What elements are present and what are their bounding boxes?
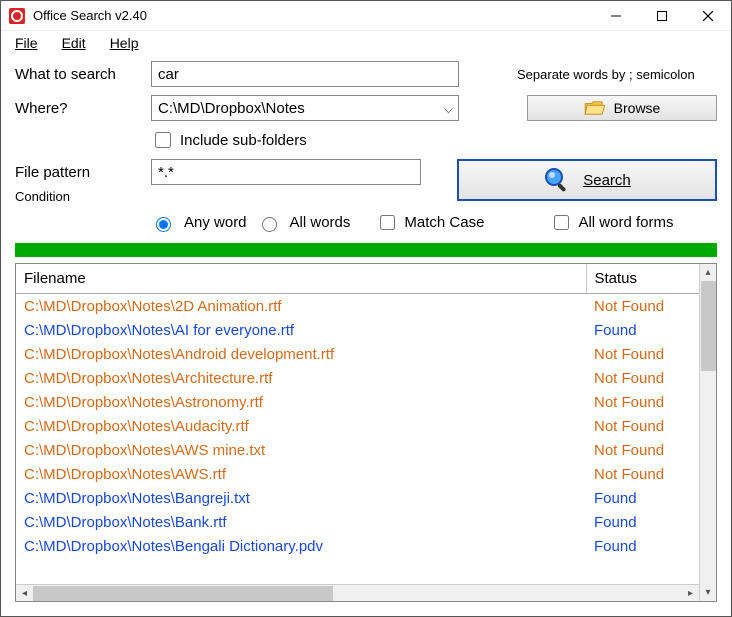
all-words-label: All words xyxy=(290,214,351,231)
what-label: What to search xyxy=(15,66,143,83)
cell-filename: C:\MD\Dropbox\Notes\AI for everyone.rtf xyxy=(16,318,586,342)
all-word-forms-label: All word forms xyxy=(578,214,673,231)
menu-file[interactable]: File xyxy=(15,35,38,51)
cell-filename: C:\MD\Dropbox\Notes\AWS mine.txt xyxy=(16,438,586,462)
vertical-scrollbar[interactable]: ▴ ▾ xyxy=(699,264,716,601)
match-case-label: Match Case xyxy=(404,214,484,231)
cell-filename: C:\MD\Dropbox\Notes\Android development.… xyxy=(16,342,586,366)
table-row[interactable]: C:\MD\Dropbox\Notes\Bangreji.txtFound xyxy=(16,486,699,510)
cell-filename: C:\MD\Dropbox\Notes\Bangreji.txt xyxy=(16,486,586,510)
app-icon xyxy=(9,8,25,24)
cell-status: Not Found xyxy=(586,342,699,366)
progress-bar xyxy=(15,243,717,257)
maximize-button[interactable] xyxy=(639,1,685,31)
table-row[interactable]: C:\MD\Dropbox\Notes\AWS.rtfNot Found xyxy=(16,462,699,486)
horizontal-scrollbar[interactable]: ◂ ▸ xyxy=(16,584,699,601)
browse-label: Browse xyxy=(614,100,661,116)
cell-status: Not Found xyxy=(586,438,699,462)
cell-filename: C:\MD\Dropbox\Notes\Bengali Dictionary.p… xyxy=(16,534,586,558)
all-words-radio[interactable] xyxy=(262,217,277,232)
file-pattern-input[interactable] xyxy=(151,159,421,185)
scroll-right-arrow[interactable]: ▸ xyxy=(682,585,699,601)
folder-icon xyxy=(584,100,606,116)
any-word-label: Any word xyxy=(184,214,247,231)
hscroll-thumb[interactable] xyxy=(33,586,333,601)
separate-hint: Separate words by ; semicolon xyxy=(517,67,717,82)
header-status[interactable]: Status xyxy=(586,264,699,294)
table-row[interactable]: C:\MD\Dropbox\Notes\Astronomy.rtfNot Fou… xyxy=(16,390,699,414)
cell-filename: C:\MD\Dropbox\Notes\2D Animation.rtf xyxy=(16,294,586,319)
window-title: Office Search v2.40 xyxy=(33,8,593,23)
all-word-forms-checkbox[interactable] xyxy=(554,215,569,230)
cell-status: Found xyxy=(586,318,699,342)
title-bar: Office Search v2.40 xyxy=(1,1,731,31)
cell-status: Not Found xyxy=(586,294,699,319)
table-row[interactable]: C:\MD\Dropbox\Notes\Bank.rtfFound xyxy=(16,510,699,534)
close-button[interactable] xyxy=(685,1,731,31)
include-subfolders-label: Include sub-folders xyxy=(180,132,307,149)
table-row[interactable]: C:\MD\Dropbox\Notes\Android development.… xyxy=(16,342,699,366)
minimize-button[interactable] xyxy=(593,1,639,31)
menu-edit[interactable]: Edit xyxy=(62,35,86,51)
condition-label: Condition xyxy=(15,189,421,204)
menu-bar: File Edit Help xyxy=(1,31,731,59)
vscroll-thumb[interactable] xyxy=(701,281,716,371)
cell-status: Found xyxy=(586,534,699,558)
where-select[interactable] xyxy=(151,95,459,121)
menu-help[interactable]: Help xyxy=(110,35,139,51)
any-word-radio[interactable] xyxy=(156,217,171,232)
cell-status: Found xyxy=(586,510,699,534)
cell-filename: C:\MD\Dropbox\Notes\Architecture.rtf xyxy=(16,366,586,390)
browse-button[interactable]: Browse xyxy=(527,95,717,121)
cell-filename: C:\MD\Dropbox\Notes\Audacity.rtf xyxy=(16,414,586,438)
cell-filename: C:\MD\Dropbox\Notes\AWS.rtf xyxy=(16,462,586,486)
include-subfolders-checkbox[interactable] xyxy=(155,132,171,148)
scroll-left-arrow[interactable]: ◂ xyxy=(16,585,33,601)
results-panel: Filename Status C:\MD\Dropbox\Notes\2D A… xyxy=(15,263,717,602)
table-row[interactable]: C:\MD\Dropbox\Notes\AI for everyone.rtfF… xyxy=(16,318,699,342)
scroll-down-arrow[interactable]: ▾ xyxy=(700,584,716,601)
cell-status: Not Found xyxy=(586,414,699,438)
scroll-up-arrow[interactable]: ▴ xyxy=(700,264,716,281)
search-label: Search xyxy=(583,172,631,189)
cell-status: Found xyxy=(586,486,699,510)
search-icon xyxy=(543,166,571,194)
table-row[interactable]: C:\MD\Dropbox\Notes\Architecture.rtfNot … xyxy=(16,366,699,390)
search-button[interactable]: Search xyxy=(457,159,717,201)
cell-status: Not Found xyxy=(586,390,699,414)
table-row[interactable]: C:\MD\Dropbox\Notes\Audacity.rtfNot Foun… xyxy=(16,414,699,438)
table-row[interactable]: C:\MD\Dropbox\Notes\AWS mine.txtNot Foun… xyxy=(16,438,699,462)
cell-status: Not Found xyxy=(586,366,699,390)
header-filename[interactable]: Filename xyxy=(16,264,586,294)
where-label: Where? xyxy=(15,100,143,117)
cell-filename: C:\MD\Dropbox\Notes\Astronomy.rtf xyxy=(16,390,586,414)
cell-status: Not Found xyxy=(586,462,699,486)
cell-filename: C:\MD\Dropbox\Notes\Bank.rtf xyxy=(16,510,586,534)
match-case-checkbox[interactable] xyxy=(380,215,395,230)
file-pattern-label: File pattern xyxy=(15,164,143,181)
what-input[interactable] xyxy=(151,61,459,87)
table-row[interactable]: C:\MD\Dropbox\Notes\2D Animation.rtfNot … xyxy=(16,294,699,319)
table-row[interactable]: C:\MD\Dropbox\Notes\Bengali Dictionary.p… xyxy=(16,534,699,558)
